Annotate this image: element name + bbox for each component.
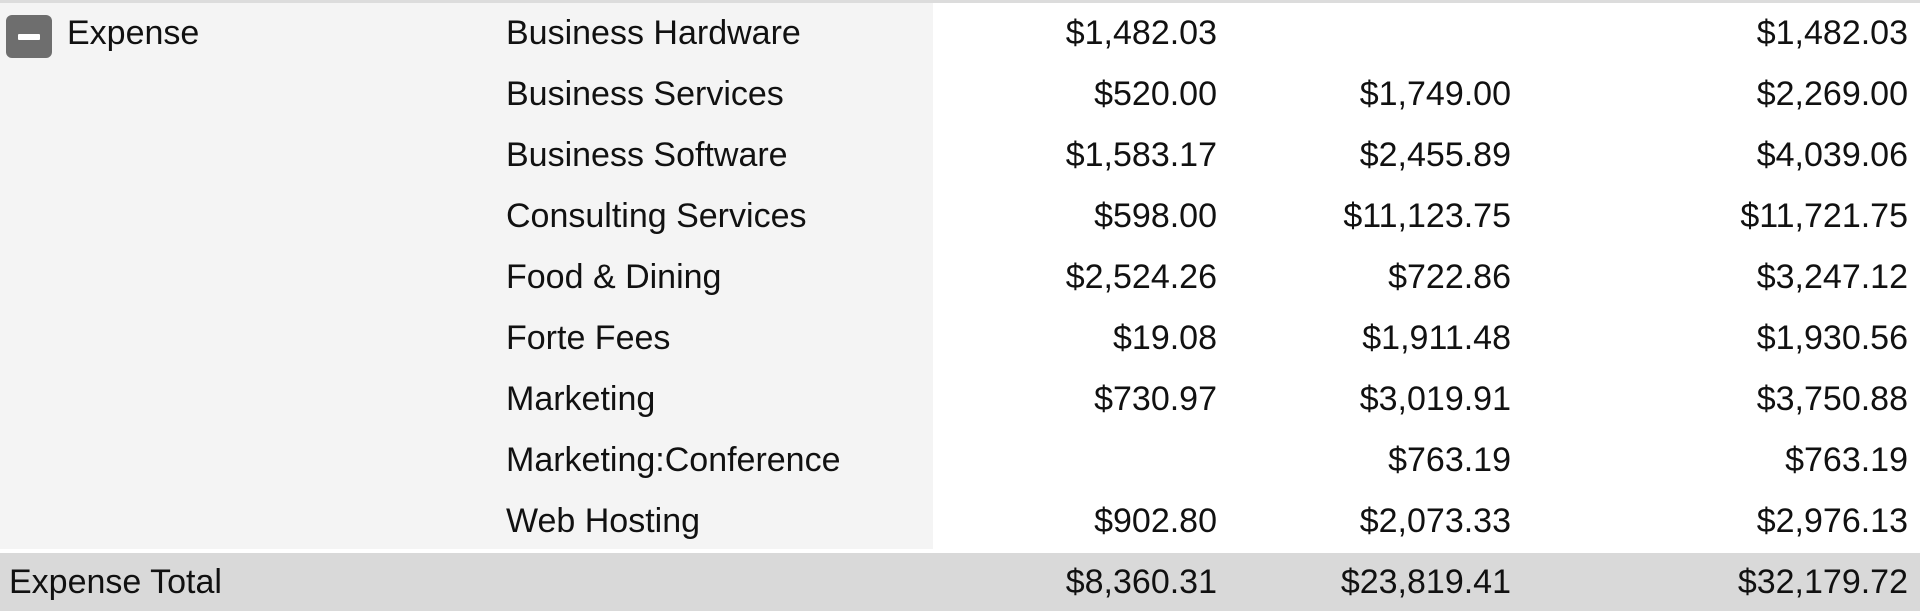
value-cell-total: $4,039.06 (1756, 136, 1908, 174)
category-cell: Marketing (506, 380, 656, 418)
group-label: Expense (67, 14, 200, 52)
value-cell-col1: $19.08 (1113, 319, 1217, 357)
value-cell-col2: $11,123.75 (1343, 197, 1511, 235)
category-cell: Forte Fees (506, 319, 671, 357)
value-cell-col2: $1,749.00 (1359, 75, 1511, 113)
table-row: Web Hosting $902.80 $2,073.33 $2,976.13 (0, 491, 1920, 552)
value-cell-col1: $520.00 (1094, 75, 1217, 113)
table-row: Business Services $520.00 $1,749.00 $2,2… (0, 64, 1920, 125)
value-cell-total: $1,482.03 (1756, 14, 1908, 52)
category-cell: Business Hardware (506, 14, 801, 52)
table-row: Expense Business Hardware $1,482.03 $1,4… (0, 3, 1920, 64)
table-row: Marketing:Conference $763.19 $763.19 (0, 430, 1920, 491)
value-cell-col2: $2,073.33 (1359, 502, 1511, 540)
value-cell-col1: $902.80 (1094, 502, 1217, 540)
table-row: Marketing $730.97 $3,019.91 $3,750.88 (0, 369, 1920, 430)
value-cell-col1: $1,482.03 (1065, 14, 1217, 52)
pivot-table-body: Expense Business Hardware $1,482.03 $1,4… (0, 3, 1920, 552)
value-cell-total: $11,721.75 (1740, 197, 1908, 235)
value-cell-col2: $722.86 (1388, 258, 1511, 296)
category-cell: Marketing:Conference (506, 441, 841, 479)
value-cell-col1: $2,524.26 (1065, 258, 1217, 296)
value-cell-col1: $730.97 (1094, 380, 1217, 418)
value-cell-col1: $1,583.17 (1065, 136, 1217, 174)
expense-total-row: Expense Total $8,360.31 $23,819.41 $32,1… (0, 553, 1920, 611)
category-cell: Food & Dining (506, 258, 722, 296)
table-row: Forte Fees $19.08 $1,911.48 $1,930.56 (0, 308, 1920, 369)
value-cell-total: $1,930.56 (1756, 319, 1908, 357)
table-row: Business Software $1,583.17 $2,455.89 $4… (0, 125, 1920, 186)
value-cell-total: $2,269.00 (1756, 75, 1908, 113)
total-value-grand: $32,179.72 (1737, 563, 1908, 601)
value-cell-col2: $3,019.91 (1359, 380, 1511, 418)
total-value-col2: $23,819.41 (1340, 563, 1511, 601)
table-row: Consulting Services $598.00 $11,123.75 $… (0, 186, 1920, 247)
value-cell-total: $2,976.13 (1756, 502, 1908, 540)
value-cell-col2: $763.19 (1388, 441, 1511, 479)
value-cell-total: $763.19 (1785, 441, 1908, 479)
total-label: Expense Total (9, 563, 222, 601)
category-cell: Business Software (506, 136, 788, 174)
category-cell: Consulting Services (506, 197, 807, 235)
value-cell-total: $3,247.12 (1756, 258, 1908, 296)
category-cell: Web Hosting (506, 502, 701, 540)
value-cell-total: $3,750.88 (1756, 380, 1908, 418)
value-cell-col2: $2,455.89 (1359, 136, 1511, 174)
value-cell-col1: $598.00 (1094, 197, 1217, 235)
collapse-minus-icon[interactable] (6, 15, 52, 58)
table-row: Food & Dining $2,524.26 $722.86 $3,247.1… (0, 247, 1920, 308)
category-cell: Business Services (506, 75, 784, 113)
total-value-col1: $8,360.31 (1065, 563, 1217, 601)
value-cell-col2: $1,911.48 (1362, 319, 1511, 357)
